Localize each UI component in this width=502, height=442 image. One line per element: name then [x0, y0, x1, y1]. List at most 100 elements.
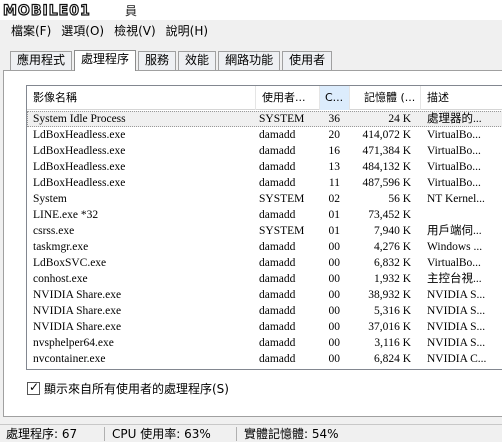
process-name: csrss.exe — [33, 225, 75, 237]
process-user: damadd — [259, 273, 296, 285]
column-description[interactable]: 描述 — [421, 86, 502, 110]
process-cpu: 00 — [328, 305, 341, 317]
table-row[interactable]: LdBoxSVC.exe damadd 00 6,832 K VirtualBo... — [27, 255, 502, 271]
table-row[interactable]: nvsphelper64.exe damadd 00 3,116 K NVIDIA S.… — [27, 335, 502, 351]
process-memory: 414,072 K — [362, 129, 411, 141]
process-user: damadd — [259, 367, 319, 369]
watermark-logo: MOBILE01 — [1, 0, 125, 20]
process-name: LdBoxSVC.exe — [33, 257, 107, 269]
process-list[interactable]: 影像名稱 使用者... ˅ C... 記憶體 (... 描述 System Id… — [26, 85, 502, 370]
process-memory: 5,316 K — [373, 305, 411, 317]
table-row[interactable]: NVIDIA Share.exe damadd 00 38,932 K NVIDIA S… — [27, 287, 502, 303]
process-memory: 6,824 K — [373, 353, 411, 365]
process-cpu: 00 — [328, 257, 341, 269]
process-user: damadd — [259, 353, 296, 365]
process-description: 處理器的... — [427, 113, 482, 125]
table-row[interactable]: csrss.exe SYSTEM 01 7,940 K 用戶端伺... — [27, 223, 502, 239]
menu-help[interactable]: 說明(H) — [161, 22, 213, 40]
process-cpu: 00 — [328, 337, 341, 349]
process-name: LdBoxHeadless.exe — [33, 161, 126, 173]
process-memory: 37,016 K — [368, 321, 411, 333]
table-row[interactable]: LINE.exe *32 damadd 01 73,452 K — [27, 207, 502, 223]
table-row[interactable]: LineMediaPlayer.exe *32damadd 00 4,592 K Li… — [27, 367, 502, 369]
process-cpu: 00 — [328, 321, 341, 333]
tab-performance[interactable]: 效能 — [178, 51, 217, 70]
tab-applications[interactable]: 應用程式 — [10, 51, 73, 70]
process-memory: 484,132 K — [362, 161, 411, 173]
svg-text:MOBILE01: MOBILE01 — [3, 3, 91, 19]
process-cpu: 00 — [328, 273, 341, 285]
menu-file[interactable]: 檔案(F) — [6, 22, 56, 40]
process-cpu: 00 — [328, 289, 341, 301]
table-row[interactable]: LdBoxHeadless.exe damadd 16 471,384 K Virtua… — [27, 143, 502, 159]
process-memory: 471,384 K — [362, 145, 411, 157]
process-user: damadd — [259, 289, 296, 301]
process-description: VirtualBo... — [427, 177, 481, 189]
process-description: NVIDIA S... — [427, 321, 486, 333]
tab-processes[interactable]: 處理程序 — [74, 50, 137, 71]
tab-services[interactable]: 服務 — [138, 51, 177, 70]
process-memory: 73,452 K — [368, 209, 411, 221]
process-memory: 24 K — [388, 113, 411, 125]
title-bar: MOBILE01 員 — [0, 0, 502, 20]
process-cpu: 00 — [326, 367, 340, 369]
show-all-users-checkbox[interactable]: ✓ — [27, 380, 40, 395]
mobile01-watermark-icon: MOBILE01 — [1, 2, 125, 20]
column-memory[interactable]: 記憶體 (... — [350, 86, 421, 110]
process-description: NT Kernel... — [427, 193, 485, 205]
process-memory: 38,932 K — [368, 289, 411, 301]
process-description: VirtualBo... — [427, 161, 481, 173]
process-user: damadd — [259, 209, 296, 221]
show-all-users-label: 顯示來自所有使用者的處理程序(S) — [44, 381, 229, 396]
table-row[interactable]: NVIDIA Share.exe damadd 00 5,316 K NVIDIA S.… — [27, 303, 502, 319]
process-memory: 3,116 K — [374, 337, 411, 349]
process-user: damadd — [259, 129, 296, 141]
process-memory: 4,276 K — [373, 241, 411, 253]
table-row[interactable]: NVIDIA Share.exe damadd 00 37,016 K NVIDIA S… — [27, 319, 502, 335]
process-description — [427, 207, 502, 223]
table-row[interactable]: LdBoxHeadless.exe damadd 20 414,072 K Virtua… — [27, 127, 502, 143]
tab-users[interactable]: 使用者 — [282, 51, 333, 70]
process-cpu: 16 — [328, 145, 341, 157]
process-cpu: 13 — [328, 161, 341, 173]
process-cpu: 00 — [328, 353, 341, 365]
process-user: SYSTEM — [259, 113, 305, 125]
column-image-name[interactable]: 影像名稱 — [27, 86, 256, 110]
process-name: nvsphelper64.exe — [33, 337, 114, 349]
status-bar: 處理程序: 67 CPU 使用率: 63% 實體記憶體: 54% — [0, 424, 502, 442]
process-name: System Idle Process — [33, 113, 126, 125]
process-description: LineMedia... — [427, 367, 502, 369]
tab-networking[interactable]: 網路功能 — [218, 51, 281, 70]
process-cpu: 11 — [328, 177, 340, 189]
column-user-name[interactable]: 使用者... — [256, 86, 320, 110]
process-user: damadd — [259, 161, 296, 173]
process-description: Windows ... — [427, 241, 483, 253]
process-description: 用戶端伺... — [427, 225, 482, 237]
show-all-users-option[interactable]: ✓ 顯示來自所有使用者的處理程序(S) — [27, 380, 229, 396]
process-description: NVIDIA S... — [427, 289, 486, 301]
table-row[interactable]: LdBoxHeadless.exe damadd 11 487,596 K Virtua… — [27, 175, 502, 191]
process-description: 主控台視... — [427, 273, 482, 285]
process-cpu: 02 — [328, 193, 341, 205]
process-memory: 487,596 K — [362, 177, 411, 189]
column-cpu[interactable]: ˅ C... — [320, 86, 350, 110]
process-memory: 7,940 K — [373, 225, 411, 237]
process-cpu: 36 — [328, 113, 341, 125]
table-row[interactable]: conhost.exe damadd 00 1,932 K 主控台視... — [27, 271, 502, 287]
menu-options[interactable]: 選項(O) — [56, 22, 109, 40]
process-name: LINE.exe *32 — [33, 209, 99, 221]
table-row[interactable]: System Idle Process SYSTEM 36 24 K 處理器的... — [27, 111, 502, 127]
table-row[interactable]: System SYSTEM 02 56 K NT Kernel... — [27, 191, 502, 207]
process-memory: 4,592 K — [345, 367, 411, 369]
table-row[interactable]: nvcontainer.exe damadd 00 6,824 K NVIDIA C..… — [27, 351, 502, 367]
list-header: 影像名稱 使用者... ˅ C... 記憶體 (... 描述 — [27, 86, 502, 110]
task-manager-window: MOBILE01 員 檔案(F) 選項(O) 檢視(V) 說明(H) 應用程式 … — [0, 0, 502, 442]
process-memory: 1,932 K — [373, 273, 411, 285]
process-cpu: 20 — [328, 129, 341, 141]
table-row[interactable]: LdBoxHeadless.exe damadd 13 484,132 K Virtua… — [27, 159, 502, 175]
process-user: SYSTEM — [259, 225, 305, 237]
process-name: System — [33, 193, 67, 205]
process-name: NVIDIA Share.exe — [33, 289, 122, 301]
menu-view[interactable]: 檢視(V) — [109, 22, 161, 40]
table-row[interactable]: taskmgr.exe damadd 00 4,276 K Windows ... — [27, 239, 502, 255]
